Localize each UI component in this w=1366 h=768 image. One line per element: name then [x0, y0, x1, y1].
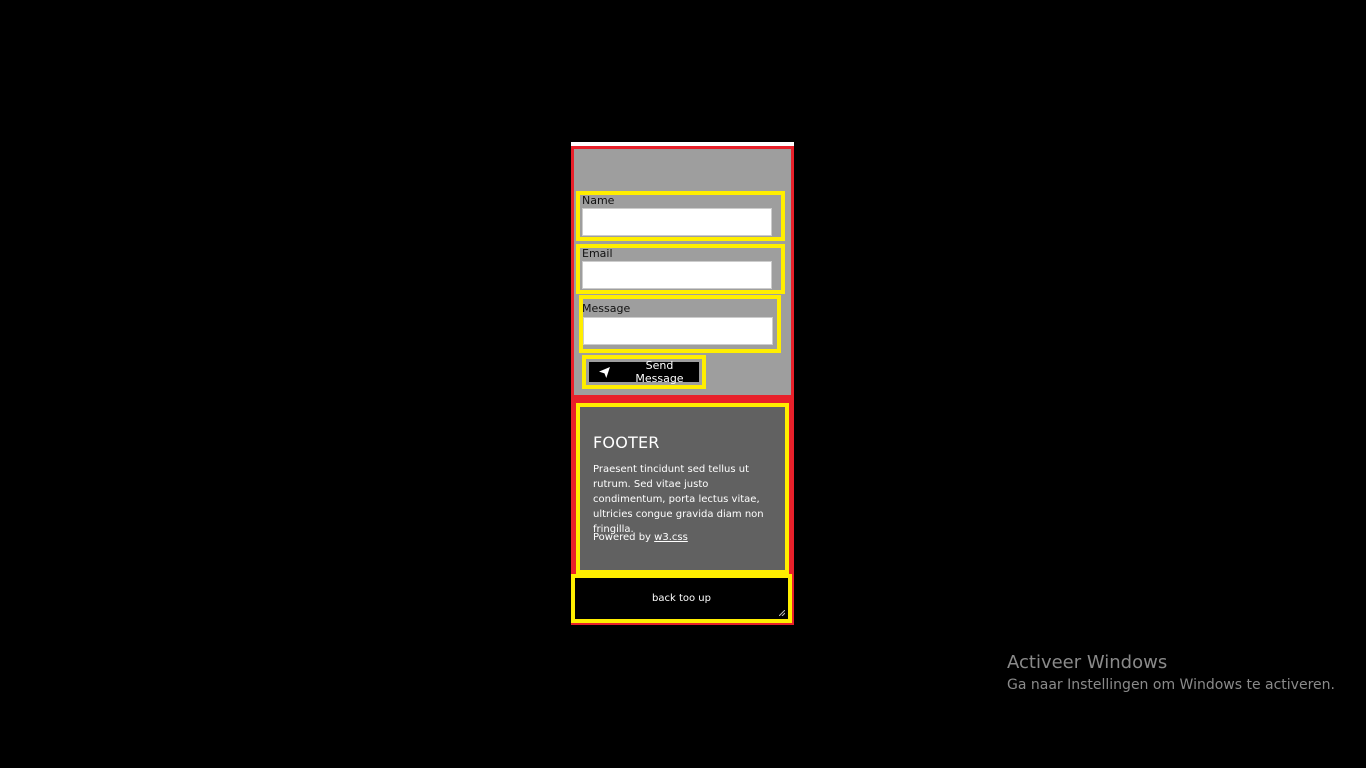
w3css-link[interactable]: w3.css: [654, 532, 688, 543]
back-to-top-label: back too up: [652, 593, 711, 604]
watermark-title: Activeer Windows: [1007, 652, 1168, 673]
back-to-top-button[interactable]: back too up: [571, 574, 792, 623]
footer-title: FOOTER: [593, 433, 660, 452]
message-input[interactable]: [583, 317, 773, 345]
message-label: Message: [582, 302, 631, 315]
powered-by-prefix: Powered by: [593, 532, 651, 543]
name-input[interactable]: [582, 208, 772, 236]
send-message-button[interactable]: Send Message: [589, 359, 699, 385]
footer-panel: FOOTER Praesent tincidunt sed tellus ut …: [576, 403, 789, 574]
footer-section: FOOTER Praesent tincidunt sed tellus ut …: [571, 398, 794, 577]
email-input[interactable]: [582, 261, 772, 289]
back-to-top-wrapper: back too up: [571, 574, 794, 625]
send-button-wrapper: Send Message: [582, 355, 706, 389]
message-field-group: Message: [579, 295, 781, 353]
send-message-label: Send Message: [635, 359, 684, 385]
name-label: Name: [582, 194, 615, 207]
page-frame: Name Email Message Send Message FOOTER P…: [571, 142, 794, 625]
contact-section: Name Email Message Send Message: [571, 146, 794, 398]
email-label: Email: [582, 247, 613, 260]
powered-by: Powered by w3.css: [593, 532, 688, 543]
watermark-subtitle: Ga naar Instellingen om Windows te activ…: [1007, 677, 1335, 693]
name-field-group: Name: [576, 191, 785, 241]
email-field-group: Email: [576, 244, 785, 294]
windows-activation-watermark: Activeer Windows Ga naar Instellingen om…: [1007, 652, 1335, 693]
resize-grip-icon[interactable]: [779, 610, 785, 616]
footer-text: Praesent tincidunt sed tellus ut rutrum.…: [593, 464, 764, 535]
paper-plane-icon: [599, 366, 610, 378]
